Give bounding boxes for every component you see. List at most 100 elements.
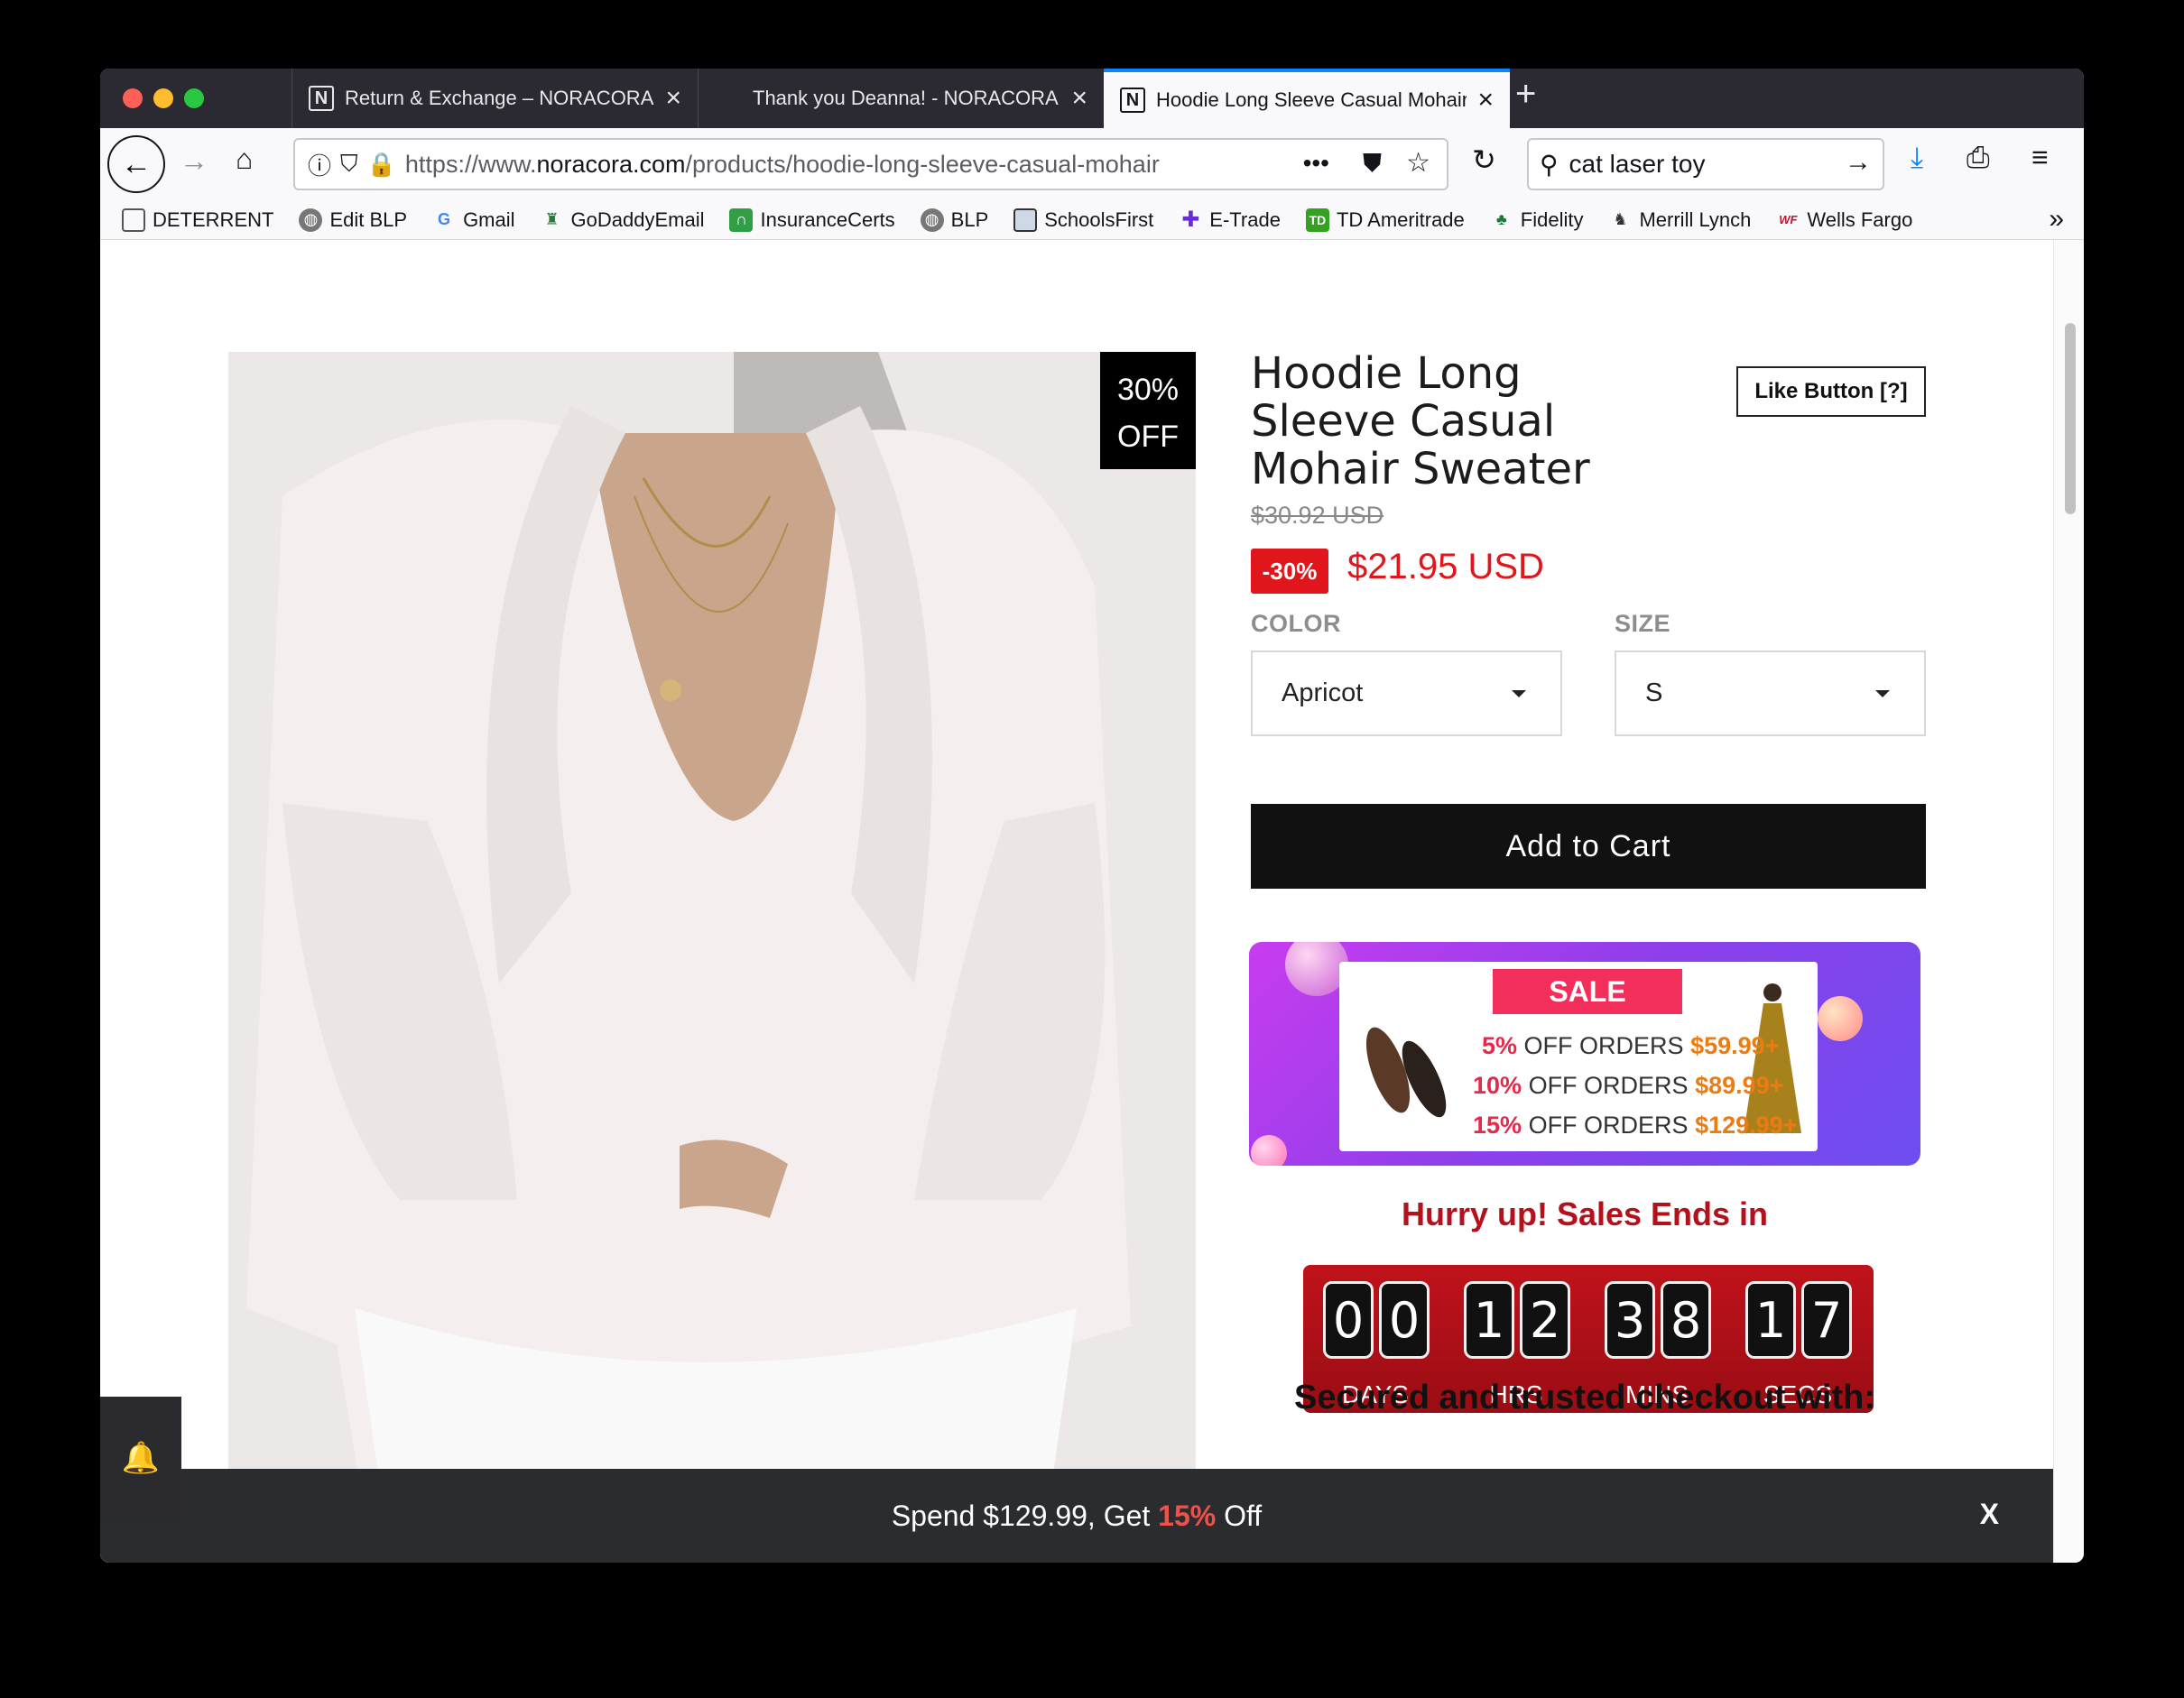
home-icon[interactable]: ⌂ — [236, 143, 253, 176]
merrill-icon: ♞ — [1613, 210, 1628, 228]
close-tab-icon[interactable]: × — [1477, 85, 1494, 115]
close-tab-icon[interactable]: × — [665, 83, 681, 114]
sale-banner[interactable]: SALE 5% OFF ORDERS $59.99+ 10% OFF ORDER… — [1249, 942, 1920, 1166]
bookmark-godaddy[interactable]: ♜ GoDaddyEmail — [541, 208, 705, 232]
color-label: COLOR — [1251, 610, 1341, 637]
bookmark-label: Gmail — [463, 208, 515, 231]
scrollbar-thumb[interactable] — [2065, 323, 2076, 514]
color-select-value: Apricot — [1282, 678, 1364, 707]
minimize-window-button[interactable] — [153, 88, 173, 108]
lock-warning-icon[interactable]: 🔒 — [367, 151, 396, 179]
sale-tier-3: 15% OFF ORDERS $129.99+ — [1473, 1112, 1797, 1140]
new-tab-icon[interactable]: + — [1515, 74, 1536, 115]
countdown-digit: 3 — [1605, 1281, 1655, 1359]
maximize-window-button[interactable] — [184, 88, 204, 108]
tab-title: Hoodie Long Sleeve Casual Mohair — [1156, 88, 1467, 111]
folder-icon — [122, 208, 145, 232]
tracking-shield-icon[interactable]: ⛉ — [340, 150, 358, 179]
downloads-icon[interactable]: ⤓ — [1911, 141, 1923, 175]
page-scrollbar[interactable] — [2053, 240, 2084, 1563]
dropdown-caret-icon — [1512, 690, 1526, 697]
countdown-digit: 0 — [1379, 1281, 1430, 1359]
bookmark-merrill-lynch[interactable]: ♞ Merrill Lynch — [1608, 208, 1751, 232]
info-icon[interactable]: ⓘ — [308, 148, 331, 181]
bookmark-deterrent[interactable]: DETERRENT — [122, 208, 273, 232]
original-price: $30.92 USD — [1251, 502, 1384, 529]
url-domain: noracora.com — [536, 150, 686, 178]
product-image[interactable]: 30% OFF — [228, 352, 1196, 1563]
bookmark-label: InsuranceCerts — [760, 208, 895, 231]
countdown-digit: 8 — [1661, 1281, 1711, 1359]
bookmark-blp[interactable]: ◍ BLP — [920, 208, 988, 232]
countdown-heading: Hurry up! Sales Ends in — [1401, 1195, 1769, 1232]
tab-title: Return & Exchange – NORACORA — [345, 87, 654, 109]
bookmark-schoolsfirst[interactable]: SchoolsFirst — [1013, 208, 1153, 232]
search-input[interactable]: cat laser toy — [1569, 150, 1706, 179]
countdown-digit: 7 — [1801, 1281, 1852, 1359]
td-icon: TD — [1305, 208, 1329, 232]
search-bar[interactable]: ⚲ cat laser toy → — [1527, 138, 1884, 190]
discount-tag-pct: 30% — [1116, 373, 1180, 407]
discount-badge: -30% — [1251, 549, 1328, 594]
tab-return-exchange[interactable]: N Return & Exchange – NORACORA × — [292, 69, 698, 128]
reload-icon[interactable]: ↻ — [1472, 143, 1496, 177]
more-actions-icon[interactable]: ••• — [1288, 149, 1329, 178]
wellsfargo-icon: WF — [1779, 213, 1798, 226]
close-window-button[interactable] — [123, 88, 143, 108]
pocket-icon[interactable]: ⛊ — [1363, 149, 1382, 179]
bookmark-gmail[interactable]: G Gmail — [432, 208, 514, 232]
tab-thank-you[interactable]: Thank you Deanna! - NORACORA × — [698, 69, 1104, 128]
fidelity-icon: ♣ — [1495, 210, 1507, 228]
close-promo-button[interactable]: X — [1980, 1498, 1999, 1531]
countdown-hours: 1 2 — [1464, 1281, 1570, 1359]
product-title-line: Mohair Sweater — [1251, 444, 1590, 494]
size-select[interactable]: S — [1615, 651, 1926, 736]
search-go-arrow-icon[interactable]: → — [1845, 147, 1872, 178]
bookmarks-toolbar: DETERRENT ◍ Edit BLP G Gmail ♜ GoDaddyEmail… — [100, 200, 2084, 240]
sale-price: $21.95 USD — [1347, 547, 1544, 586]
tier-pct: 5% — [1482, 1032, 1518, 1059]
print-icon[interactable]: ⎙ — [1967, 141, 1990, 175]
tab-hoodie-product[interactable]: N Hoodie Long Sleeve Casual Mohair × — [1104, 69, 1510, 128]
promo-highlight: 15% — [1158, 1499, 1217, 1532]
countdown-seconds: 1 7 — [1745, 1281, 1852, 1359]
bookmark-label: GoDaddyEmail — [570, 208, 705, 231]
noracora-favicon-icon: N — [309, 86, 334, 111]
tier-text: OFF ORDERS — [1528, 1072, 1689, 1099]
back-arrow-icon[interactable]: ← — [107, 135, 165, 193]
tier-text: OFF ORDERS — [1528, 1112, 1689, 1139]
tier-pct: 10% — [1473, 1072, 1522, 1099]
bookmark-wells-fargo[interactable]: WF Wells Fargo — [1776, 208, 1912, 232]
add-to-cart-button[interactable]: Add to Cart — [1251, 804, 1926, 889]
countdown-digit: 1 — [1464, 1281, 1514, 1359]
bookmark-td-ameritrade[interactable]: TD TD Ameritrade — [1305, 208, 1465, 232]
bookmark-label: E-Trade — [1209, 208, 1281, 231]
url-bar[interactable]: ⓘ ⛉ 🔒 https://www. noracora.com/products/… — [293, 138, 1448, 190]
close-tab-icon[interactable]: × — [1071, 83, 1087, 114]
globe-icon: ◍ — [920, 208, 944, 232]
bookmark-label: Wells Fargo — [1807, 208, 1913, 231]
sweater-photo-illustration — [228, 352, 1196, 1563]
godaddy-icon: ♜ — [544, 210, 560, 228]
color-select[interactable]: Apricot — [1251, 651, 1562, 736]
sandals-icon — [1365, 1027, 1447, 1118]
bookmark-etrade[interactable]: ✚ E-Trade — [1179, 208, 1281, 232]
bookmark-insurancecerts[interactable]: ∩ InsuranceCerts — [729, 208, 895, 232]
countdown-minutes: 3 8 — [1605, 1281, 1711, 1359]
like-button[interactable]: Like Button [?] — [1736, 366, 1926, 417]
tier-amount: $89.99+ — [1695, 1072, 1784, 1099]
promo-bottom-bar: Spend $129.99, Get 15% Off X — [100, 1469, 2053, 1563]
bookmark-star-icon[interactable]: ☆ — [1406, 147, 1430, 179]
bookmark-edit-blp[interactable]: ◍ Edit BLP — [299, 208, 407, 232]
forward-arrow-icon[interactable]: → — [180, 144, 208, 178]
bookmark-fidelity[interactable]: ♣ Fidelity — [1490, 208, 1584, 232]
google-icon: G — [438, 210, 451, 228]
product-title: Hoodie Long Sleeve Casual Mohair Sweater — [1251, 350, 1648, 494]
menu-hamburger-icon[interactable]: ≡ — [2031, 141, 2049, 174]
tab-title: Thank you Deanna! - NORACORA — [753, 87, 1059, 109]
tier-amount: $129.99+ — [1695, 1112, 1798, 1139]
notification-bell-icon[interactable]: 🔔 — [100, 1397, 181, 1519]
bookmark-label: SchoolsFirst — [1044, 208, 1154, 231]
bookmark-label: Edit BLP — [329, 208, 408, 231]
bookmarks-overflow-chevron-icon[interactable]: » — [2049, 204, 2064, 235]
